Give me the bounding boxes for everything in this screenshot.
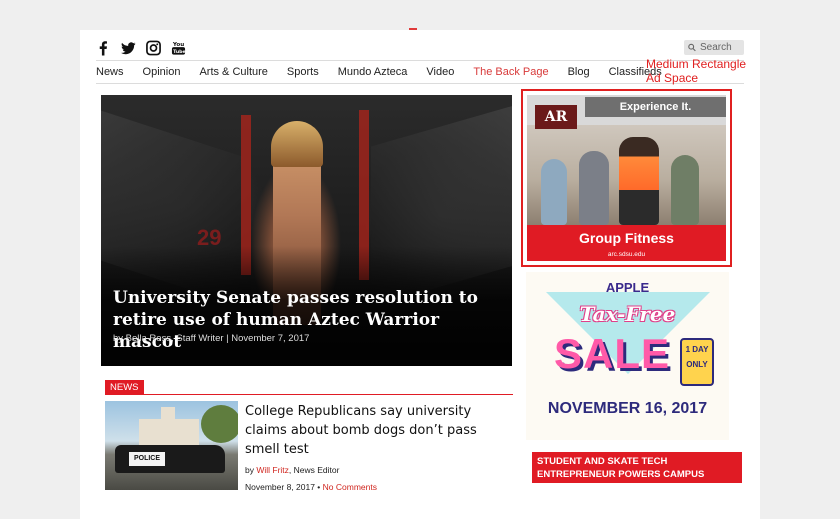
- author-link[interactable]: Will Fritz: [256, 465, 289, 475]
- promo-headline[interactable]: STUDENT AND SKATE TECH ENTREPRENEUR POWE…: [532, 452, 742, 493]
- youtube-icon[interactable]: Tube You: [171, 40, 186, 56]
- building-tower: [161, 407, 175, 423]
- byline-prefix: by: [245, 465, 257, 475]
- story-date: November 8, 2017 •: [245, 482, 323, 492]
- one-day-badge: 1 DAY ONLY: [680, 338, 714, 386]
- medium-rectangle-ad[interactable]: AR Experience It. Group Fitness arc.sdsu…: [521, 89, 732, 267]
- nav-item-arts-culture[interactable]: Arts & Culture: [199, 66, 267, 78]
- gym-photo: [527, 125, 726, 225]
- twitter-icon[interactable]: [121, 40, 136, 56]
- svg-text:Tube: Tube: [173, 49, 186, 55]
- hero-byline: by Bella Ross, Staff Writer | November 7…: [113, 333, 310, 344]
- nav-item-the-back-page[interactable]: The Back Page: [473, 66, 548, 78]
- ad-title: Group Fitness: [527, 225, 726, 251]
- sale-date: NOVEMBER 16, 2017: [547, 400, 708, 417]
- sale-line1: Tax-Free: [579, 302, 676, 326]
- hero-story[interactable]: 29 University Senate passes resolution t…: [101, 95, 512, 366]
- facebook-icon[interactable]: [96, 40, 111, 56]
- tree: [201, 405, 238, 443]
- person-figure: [541, 159, 567, 225]
- person-figure: [619, 137, 659, 225]
- story-headline[interactable]: College Republicans say university claim…: [245, 402, 515, 459]
- nav-item-sports[interactable]: Sports: [287, 66, 319, 78]
- ad-url: arc.sdsu.edu: [527, 250, 726, 261]
- story-thumbnail[interactable]: POLICE: [105, 401, 238, 490]
- group-fitness-ad[interactable]: AR Experience It. Group Fitness arc.sdsu…: [527, 95, 726, 261]
- person-figure: [671, 155, 699, 225]
- police-car: POLICE: [115, 445, 225, 473]
- story-meta: November 8, 2017 • No Comments: [245, 482, 377, 492]
- person-figure: [579, 151, 609, 225]
- comments-link[interactable]: No Comments: [323, 482, 377, 492]
- ad-tagline: Experience It.: [585, 97, 726, 117]
- search-box[interactable]: [684, 40, 744, 55]
- sale-line2: SALE: [554, 330, 671, 377]
- instagram-icon[interactable]: [146, 40, 161, 56]
- section-rule: [105, 394, 513, 395]
- headdress: [271, 121, 323, 167]
- ad-space-label: Medium Rectangle Ad Space: [646, 57, 747, 85]
- story-byline: by Will Fritz, News Editor: [245, 465, 339, 475]
- nav-item-blog[interactable]: Blog: [568, 66, 590, 78]
- section-tag-news[interactable]: NEWS: [105, 380, 144, 395]
- nav-item-video[interactable]: Video: [426, 66, 454, 78]
- nav-item-opinion[interactable]: Opinion: [143, 66, 181, 78]
- ar-logo: AR: [535, 105, 577, 129]
- sale-brand: APPLE: [605, 280, 650, 295]
- nav-item-news[interactable]: News: [96, 66, 124, 78]
- police-label: POLICE: [129, 452, 165, 466]
- news-page: TubeYou News Opinion Arts & Culture Spor…: [80, 30, 760, 519]
- search-icon: [688, 43, 696, 52]
- author-role: , News Editor: [288, 465, 340, 475]
- svg-text:You: You: [172, 42, 184, 48]
- tax-free-sale-ad[interactable]: APPLE Tax-Free SALE 1 DAY ONLY NOVEMBER …: [526, 272, 729, 440]
- nav-item-mundo-azteca[interactable]: Mundo Azteca: [338, 66, 408, 78]
- search-input[interactable]: [700, 42, 744, 53]
- social-links: Tube You: [96, 40, 186, 56]
